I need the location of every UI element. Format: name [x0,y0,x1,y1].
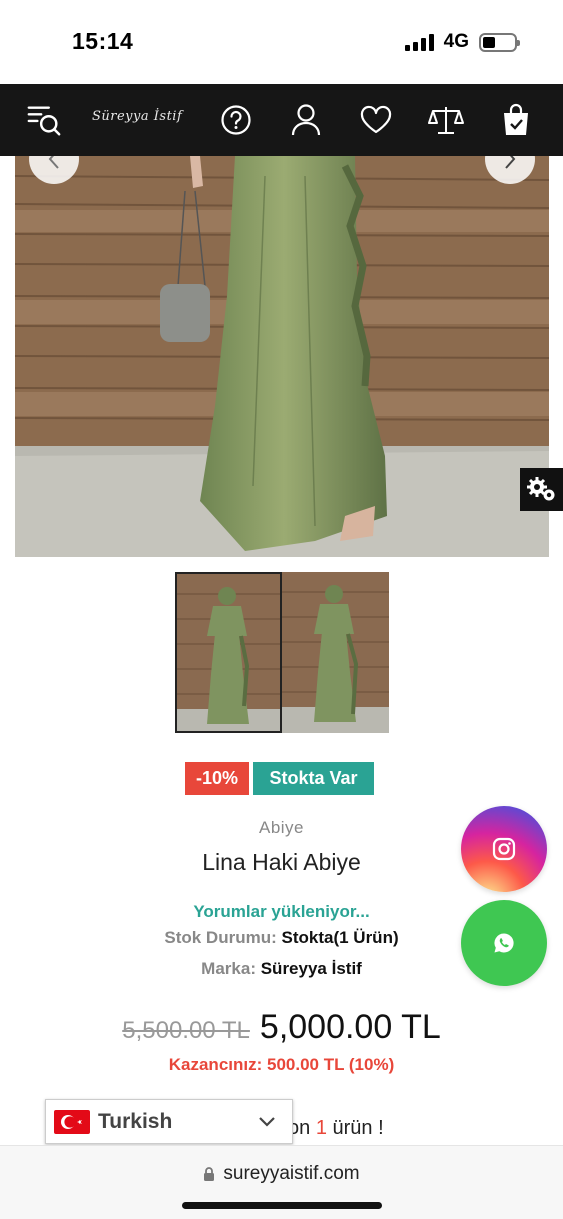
status-time: 15:14 [72,28,134,54]
site-logo[interactable]: Süreyya İstif [92,109,182,124]
product-thumbnail-1[interactable] [175,572,282,733]
lock-icon [204,1167,215,1181]
savings-text: Kazancınız: 500.00 TL (10%) [168,1055,395,1074]
status-bar: 15:14 4G [0,0,563,84]
status-indicators: 4G [404,31,520,53]
instagram-icon [492,837,516,861]
chevron-down-icon [259,1117,275,1127]
stock-status-label: Stok Durumu: [164,928,277,947]
language-selector[interactable]: Turkish [45,1099,293,1144]
network-type: 4G [443,31,469,52]
browser-bottom-bar: sureyyaistif.com [0,1145,563,1219]
settings-gears-button[interactable] [520,468,563,511]
help-icon[interactable] [218,102,254,138]
shopping-bag-icon[interactable] [498,102,534,138]
current-price: 5,000.00 TL [259,1008,441,1046]
product-main-image[interactable] [15,156,549,557]
brand-label: Marka: [201,959,256,978]
battery-icon [479,32,520,52]
address-bar[interactable]: sureyyaistif.com [0,1163,563,1185]
heart-icon[interactable] [358,102,394,138]
user-icon[interactable] [288,102,324,138]
in-stock-badge: Stokta Var [253,762,374,795]
home-indicator[interactable] [182,1202,382,1209]
language-label: Turkish [98,1109,173,1133]
menu-search-icon[interactable] [26,102,62,138]
signal-icon [404,33,434,51]
price-row: 5,500.00 TL 5,000.00 TL [0,1008,563,1047]
whatsapp-button[interactable] [461,900,547,986]
stock-count-note: on 1 ürün ! [288,1117,384,1140]
stock-note-count: 1 [315,1117,327,1139]
product-thumbnail-2[interactable] [282,572,389,733]
whatsapp-icon [494,933,514,953]
url-text: sureyyaistif.com [223,1163,360,1184]
discount-badge: -10% [185,762,249,795]
compare-scale-icon[interactable] [428,102,464,138]
stock-note-suffix: ürün ! [332,1117,384,1139]
old-price: 5,500.00 TL [122,1017,250,1044]
instagram-button[interactable] [461,806,547,892]
gears-icon [526,476,554,500]
stock-status-value: Stokta(1 Ürün) [281,928,399,947]
site-header: Süreyya İstif [0,84,563,156]
brand-value[interactable]: Süreyya İstif [261,959,362,978]
turkey-flag-icon [54,1109,90,1134]
